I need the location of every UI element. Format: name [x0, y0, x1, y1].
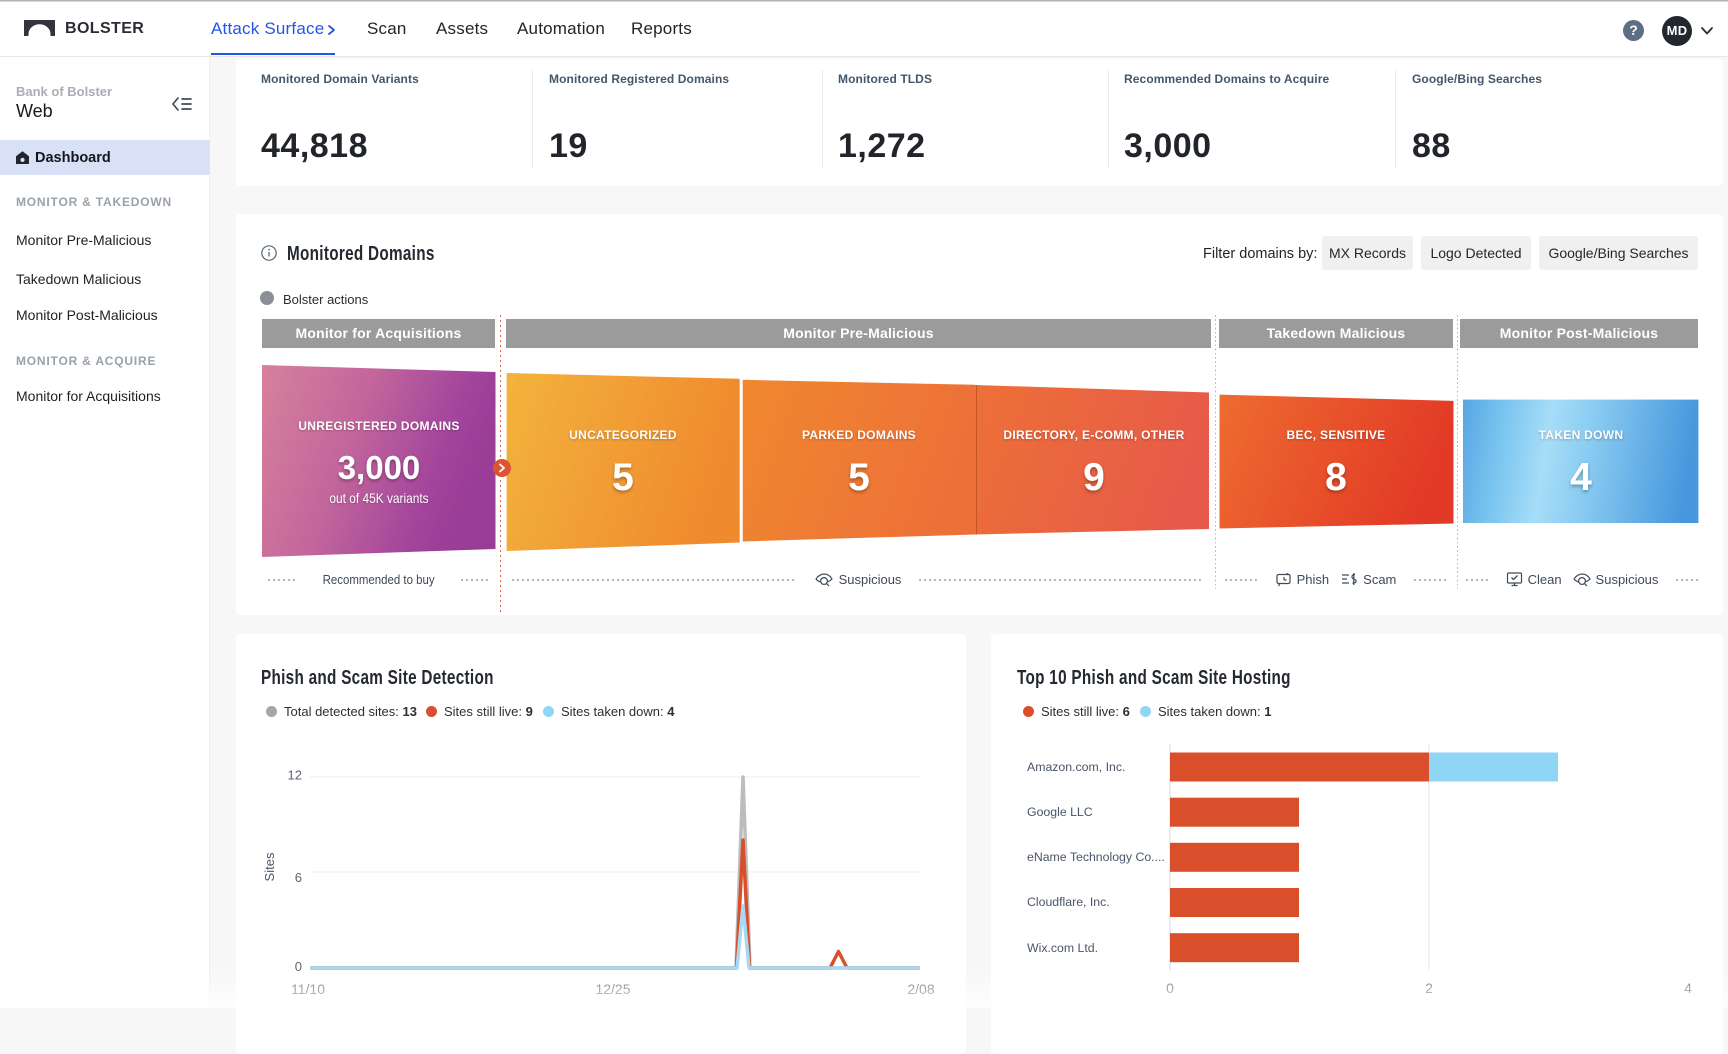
- svg-text:6: 6: [295, 870, 302, 885]
- svg-text:2: 2: [1425, 980, 1433, 996]
- svg-text:Amazon.com, Inc.: Amazon.com, Inc.: [1027, 760, 1125, 774]
- svg-text:Google LLC: Google LLC: [1027, 805, 1093, 819]
- svg-text:Wix.com Ltd.: Wix.com Ltd.: [1027, 941, 1098, 955]
- svg-text:0: 0: [295, 959, 302, 974]
- svg-text:4: 4: [1684, 980, 1692, 996]
- svg-text:12/25: 12/25: [595, 981, 630, 997]
- svg-text:Sites: Sites: [262, 852, 277, 881]
- svg-text:12: 12: [288, 768, 302, 783]
- svg-text:11/10: 11/10: [291, 981, 325, 997]
- svg-text:0: 0: [1166, 980, 1174, 996]
- svg-text:2/08: 2/08: [907, 981, 934, 997]
- svg-text:Cloudflare, Inc.: Cloudflare, Inc.: [1027, 895, 1110, 909]
- svg-text:eName Technology Co....: eName Technology Co....: [1027, 850, 1165, 864]
